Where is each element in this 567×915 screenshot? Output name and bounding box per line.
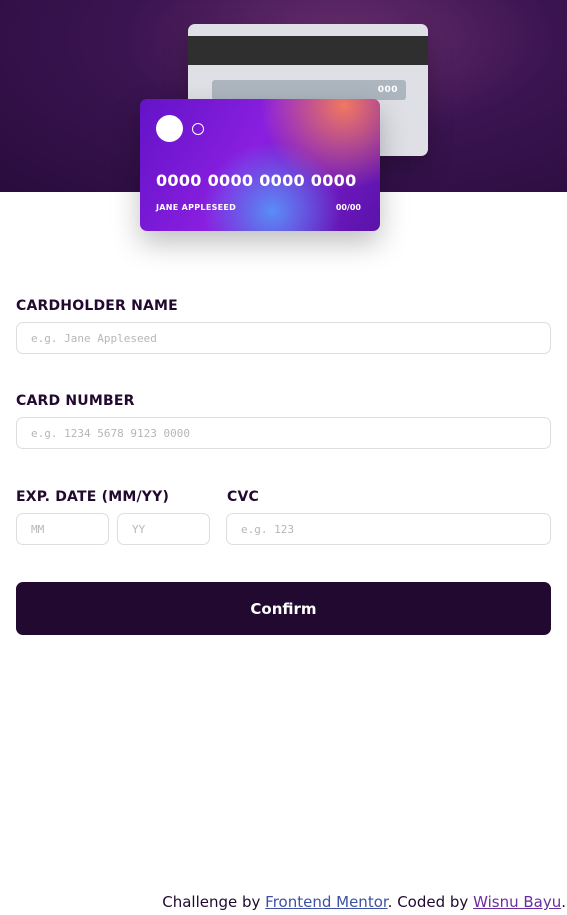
card-logo-circle-outline-icon	[192, 123, 204, 135]
exp-date-label: EXP. DATE (MM/YY)	[16, 489, 170, 505]
attribution-footer: Challenge by Frontend Mentor. Coded by W…	[162, 893, 566, 911]
attribution-suffix: .	[561, 893, 566, 911]
card-number-input[interactable]	[16, 417, 551, 449]
hero-banner: 000 0000 0000 0000 0000 JANE APPLESEED 0…	[0, 0, 567, 231]
exp-month-input[interactable]	[16, 513, 109, 545]
card-cvc-display: 000	[212, 80, 406, 100]
card-logo-circle-filled-icon	[156, 115, 183, 142]
challenge-prefix-text: Challenge by	[162, 893, 266, 911]
exp-year-input[interactable]	[117, 513, 210, 545]
card-expiry-display: 00/00	[335, 203, 361, 212]
cardholder-name-label: CARDHOLDER NAME	[16, 298, 178, 314]
card-number-label: CARD NUMBER	[16, 393, 135, 409]
card-front-preview: 0000 0000 0000 0000 JANE APPLESEED 00/00	[140, 99, 380, 231]
magnetic-stripe	[188, 36, 428, 65]
coded-prefix-text: . Coded by	[387, 893, 474, 911]
confirm-button[interactable]: Confirm	[16, 582, 551, 635]
card-name-display: JANE APPLESEED	[156, 203, 237, 212]
cvc-input[interactable]	[226, 513, 551, 545]
author-link[interactable]: Wisnu Bayu	[473, 893, 561, 911]
cvc-label: CVC	[227, 489, 259, 505]
cardholder-name-input[interactable]	[16, 322, 551, 354]
frontend-mentor-link[interactable]: Frontend Mentor	[265, 893, 388, 911]
card-number-display: 0000 0000 0000 0000	[156, 171, 357, 190]
